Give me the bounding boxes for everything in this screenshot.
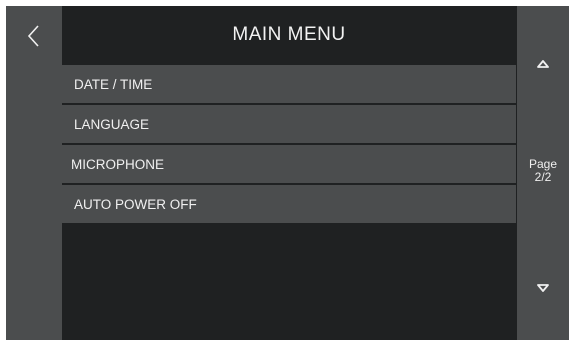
left-rail (6, 6, 62, 340)
menu-item-language[interactable]: LANGUAGE (62, 105, 516, 143)
menu-item-label: AUTO POWER OFF (74, 196, 197, 212)
menu-item-date-time[interactable]: DATE / TIME (62, 65, 516, 103)
menu-list: DATE / TIME LANGUAGE MICROPHONE AUTO POW… (62, 65, 516, 225)
menu-item-microphone[interactable]: MICROPHONE (62, 145, 516, 183)
triangle-down-icon (537, 284, 549, 292)
triangle-up-icon (537, 60, 549, 68)
menu-item-label: MICROPHONE (71, 156, 165, 172)
page-value: 2/2 (534, 170, 552, 184)
page-up-button[interactable] (517, 44, 569, 84)
menu-item-label: DATE / TIME (74, 76, 153, 92)
right-rail: Page 2/2 (517, 6, 569, 340)
page-title: MAIN MENU (232, 24, 346, 45)
page-indicator: Page 2/2 (517, 158, 569, 184)
menu-item-label: LANGUAGE (74, 116, 150, 132)
menu-item-auto-power-off[interactable]: AUTO POWER OFF (62, 185, 516, 223)
device-screen: MAIN MENU DATE / TIME LANGUAGE MICROPHON… (6, 6, 569, 340)
header: MAIN MENU (62, 6, 516, 64)
page-down-button[interactable] (517, 268, 569, 308)
chevron-left-icon (27, 25, 39, 47)
back-button[interactable] (6, 6, 62, 66)
